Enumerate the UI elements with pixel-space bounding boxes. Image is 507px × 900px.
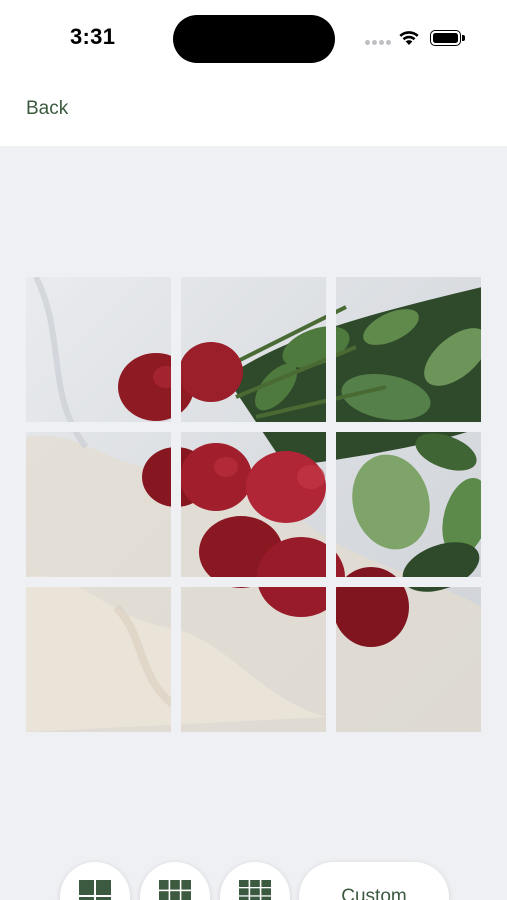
grid-tile-image (26, 587, 171, 732)
grid-tile-image (181, 277, 326, 422)
grid-3x4-icon (239, 880, 271, 900)
custom-label: Custom (341, 886, 407, 900)
grid-3x3-icon (159, 880, 191, 900)
grid-tile-image (181, 432, 326, 577)
custom-grid-button[interactable]: Custom (299, 862, 449, 900)
status-bar: 3:31 (0, 0, 507, 80)
dynamic-island (173, 15, 335, 63)
grid-size-toolbar: Custom (0, 850, 507, 900)
grid-2x2-icon (79, 880, 111, 900)
grid-tile-image (181, 587, 326, 732)
grid-tile-image (336, 432, 481, 577)
grid-3x4-button[interactable] (220, 862, 290, 900)
wifi-icon (399, 31, 419, 45)
signal-icon (365, 40, 393, 46)
back-button[interactable]: Back (26, 98, 68, 120)
battery-icon (430, 30, 465, 46)
grid-tile[interactable] (26, 277, 171, 422)
grid-tile[interactable] (26, 587, 171, 732)
grid-tile[interactable] (336, 432, 481, 577)
grid-tile-image (26, 432, 171, 577)
status-time: 3:31 (70, 24, 116, 49)
grid-tile[interactable] (181, 587, 326, 732)
grid-tile-image (26, 277, 171, 422)
grid-tile-image (336, 277, 481, 422)
grid-tile[interactable] (26, 432, 171, 577)
grid-2x2-button[interactable] (60, 862, 130, 900)
grid-tile[interactable] (336, 587, 481, 732)
grid-tile[interactable] (181, 277, 326, 422)
nav-bar: Back (0, 80, 507, 146)
grid-tile-image (336, 587, 481, 732)
grid-tile[interactable] (336, 277, 481, 422)
grid-3x3-button[interactable] (140, 862, 210, 900)
grid-tile[interactable] (181, 432, 326, 577)
puzzle-image-grid (26, 277, 482, 732)
